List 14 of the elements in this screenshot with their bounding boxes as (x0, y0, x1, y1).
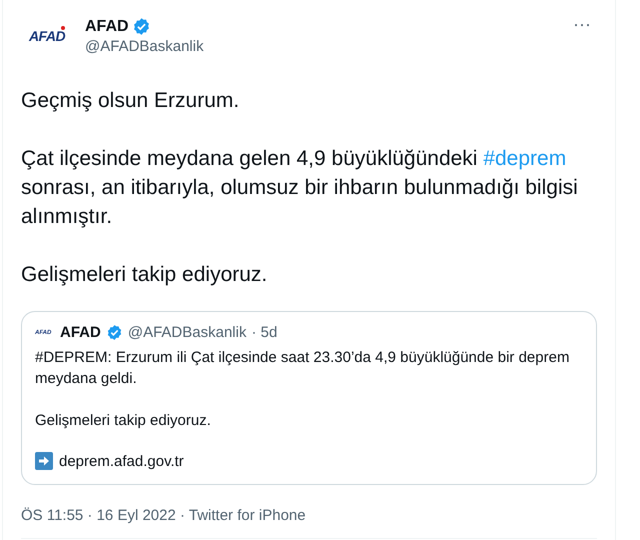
more-button[interactable]: ··· (567, 14, 597, 35)
tweet-text: Çat ilçesinde meydana gelen 4,9 büyüklüğündeki #deprem sonrası, an itibarıyla, olumsuz bir ihbarın bulunmadığı bilgisi alınmıştır. (21, 146, 579, 230)
tweet-text: Geçmiş olsun Erzurum. (21, 88, 240, 114)
quoted-text: Gelişmeleri takip ediyoruz. (35, 411, 212, 431)
tweet-text: Gelişmeleri takip ediyoruz. (21, 262, 268, 288)
link[interactable]: deprem.afad.gov.tr (59, 452, 184, 470)
author-name[interactable]: AFAD (85, 18, 129, 36)
avatar-logo[interactable]: AFAD (21, 14, 73, 58)
tweet-meta: ÖS 11:55 · 16 Eyl 2022 · Twitter for iPhone (21, 507, 307, 524)
author-name: AFAD (60, 324, 101, 341)
tweet-age: · 5d (251, 324, 278, 341)
author-handle: @AFADBaskanlik (128, 324, 246, 341)
quoted-text: #DEPREM: Erzurum ili Çat ilçesinde saat 23.30’da 4,9 büyüklüğünde bir deprem meydana geldi. (35, 348, 570, 389)
author-handle[interactable]: @AFADBaskanlik (85, 38, 556, 55)
